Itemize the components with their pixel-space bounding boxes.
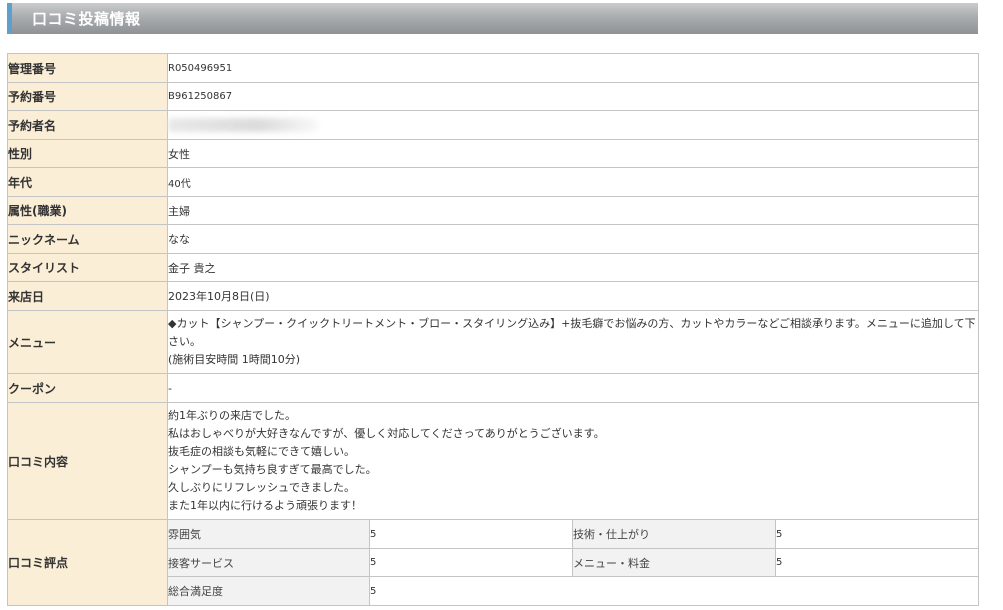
- redacted-name-blur: [168, 118, 318, 132]
- row-label-yoyakusha: 予約者名: [7, 110, 168, 140]
- row-label-stylist: スタイリスト: [7, 253, 168, 282]
- score-value-menu-price: 5: [774, 548, 980, 577]
- table-row: スタイリスト 金子 貴之: [7, 253, 980, 282]
- table-row: 年代 40代: [7, 167, 980, 197]
- score-value-atmosphere: 5: [369, 519, 573, 549]
- table-row: 管理番号 R050496951: [7, 53, 980, 83]
- score-row: 口コミ評点 雰囲気 5 技術・仕上がり 5: [7, 519, 980, 606]
- row-label-coupon: クーポン: [7, 373, 168, 403]
- nickname-value: なな: [166, 224, 980, 254]
- review-content-value: 約1年ぶりの来店でした。 私はおしゃべりが大好きなんですが、優しく対応してくださ…: [166, 402, 980, 520]
- table-row: 属性(職業) 主婦: [7, 196, 980, 225]
- review-info-table: 管理番号 R050496951 予約番号 B961250867 予約者名 性別 …: [7, 53, 980, 606]
- management-number: R050496951: [166, 53, 980, 83]
- row-label-yoyaku-no: 予約番号: [7, 82, 168, 111]
- table-row: ニックネーム なな: [7, 224, 980, 254]
- reserver-name-redacted: [166, 110, 980, 140]
- score-label-service: 接客サービス: [167, 548, 370, 577]
- score-label-overall: 総合満足度: [167, 576, 370, 606]
- row-label-kanri-no: 管理番号: [7, 53, 168, 83]
- row-label-nickname: ニックネーム: [7, 224, 168, 254]
- row-label-menu: メニュー: [7, 310, 168, 374]
- score-value-service: 5: [369, 548, 573, 577]
- score-label-menu-price: メニュー・料金: [572, 548, 776, 577]
- table-row: 予約番号 B961250867: [7, 82, 980, 111]
- row-label-seibetsu: 性別: [7, 139, 168, 168]
- age-group-value: 40代: [166, 167, 980, 197]
- visit-date-value: 2023年10月8日(日): [166, 281, 980, 311]
- score-value-overall: 5: [368, 576, 980, 606]
- score-value-technique: 5: [774, 519, 980, 549]
- row-label-raiten: 来店日: [7, 281, 168, 311]
- gender-value: 女性: [166, 139, 980, 168]
- table-row: メニュー ◆カット【シャンプー・クイックトリートメント・ブロー・スタイリング込み…: [7, 310, 980, 374]
- section-title-bar: 口コミ投稿情報: [7, 3, 978, 34]
- stylist-value: 金子 貴之: [166, 253, 980, 282]
- section-title: 口コミ投稿情報: [32, 10, 141, 28]
- row-label-zokusei: 属性(職業): [7, 196, 168, 225]
- menu-value: ◆カット【シャンプー・クイックトリートメント・ブロー・スタイリング込み】+抜毛癖…: [166, 310, 980, 374]
- table-row: クーポン -: [7, 373, 980, 403]
- reservation-number: B961250867: [166, 82, 980, 111]
- table-row: 口コミ内容 約1年ぶりの来店でした。 私はおしゃべりが大好きなんですが、優しく対…: [7, 402, 980, 520]
- score-label-atmosphere: 雰囲気: [167, 519, 370, 549]
- table-row: 予約者名: [7, 110, 980, 140]
- coupon-value: -: [166, 373, 980, 403]
- table-row: 来店日 2023年10月8日(日): [7, 281, 980, 311]
- occupation-value: 主婦: [166, 196, 980, 225]
- row-label-nendai: 年代: [7, 167, 168, 197]
- row-label-score: 口コミ評点: [7, 519, 168, 606]
- table-row: 性別 女性: [7, 139, 980, 168]
- score-label-technique: 技術・仕上がり: [572, 519, 776, 549]
- row-label-kuchikomi: 口コミ内容: [7, 402, 168, 520]
